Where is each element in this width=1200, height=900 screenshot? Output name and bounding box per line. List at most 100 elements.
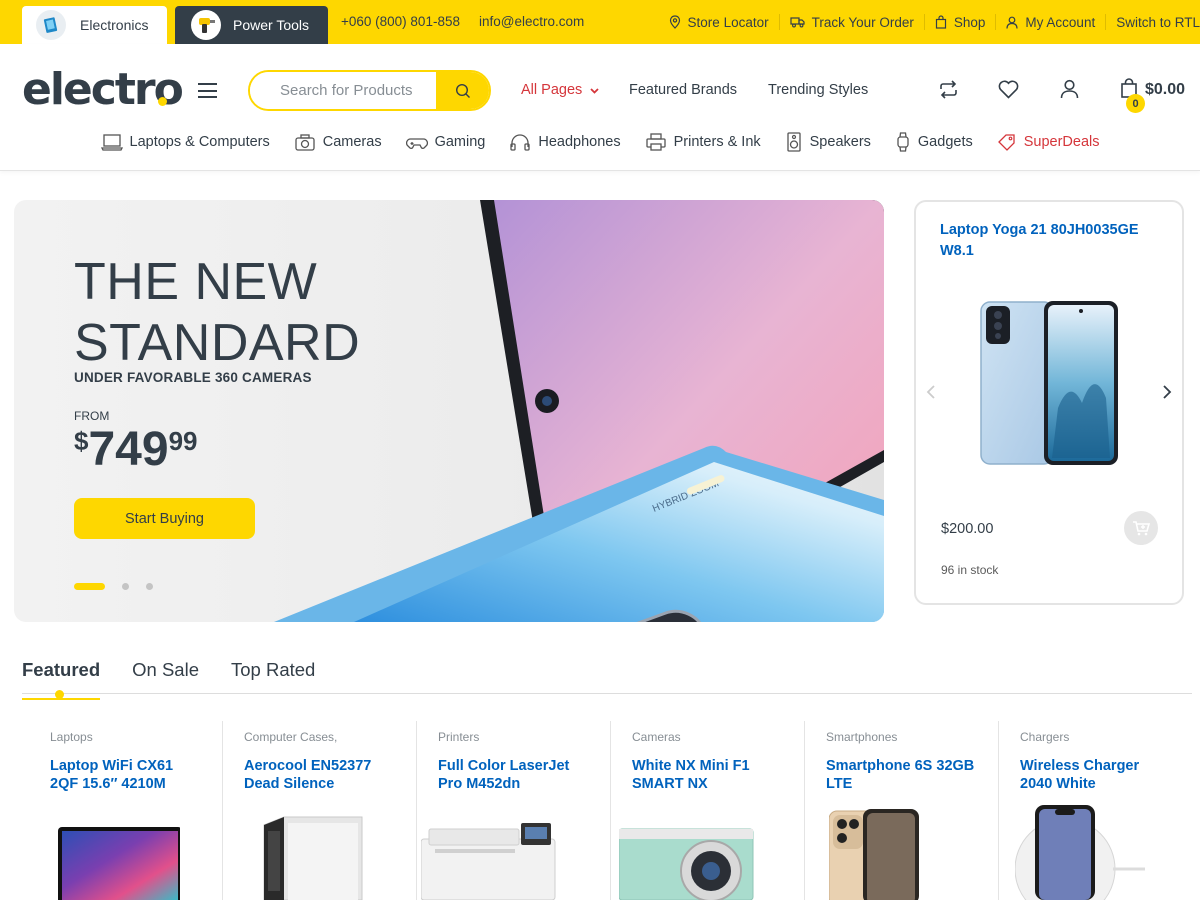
category-label: Cameras bbox=[322, 134, 382, 150]
drill-icon bbox=[191, 10, 221, 40]
tag-icon bbox=[997, 134, 1015, 151]
store-tab-label: Power Tools bbox=[233, 17, 310, 33]
product-image-wireless-charger[interactable] bbox=[1015, 805, 1155, 900]
truck-icon bbox=[789, 17, 805, 28]
shop-link[interactable]: Shop bbox=[923, 14, 996, 30]
store-locator-link[interactable]: Store Locator bbox=[659, 14, 779, 30]
watch-icon bbox=[897, 132, 909, 152]
top-link-label: My Account bbox=[1025, 14, 1096, 30]
top-link-label: Switch to RTL bbox=[1116, 14, 1200, 30]
top-link-label: Store Locator bbox=[687, 14, 769, 30]
chevron-right-icon[interactable] bbox=[1162, 383, 1172, 404]
track-order-link[interactable]: Track Your Order bbox=[778, 14, 924, 30]
hero-from-label: FROM bbox=[74, 409, 110, 423]
deal-product-price: $200.00 bbox=[941, 521, 994, 537]
laptop-icon bbox=[100, 134, 123, 151]
product-category[interactable]: Chargers bbox=[1020, 730, 1193, 744]
store-tab-label: Electronics bbox=[80, 17, 149, 33]
top-link-label: Track Your Order bbox=[811, 14, 914, 30]
slider-dots bbox=[74, 583, 170, 590]
slider-dot-3[interactable] bbox=[146, 583, 153, 590]
hero-title-line-1: THE NEW bbox=[74, 253, 318, 311]
product-image-camera[interactable] bbox=[619, 821, 759, 900]
slider-dot-1[interactable] bbox=[74, 583, 105, 590]
product-image-pc-case[interactable] bbox=[244, 815, 384, 900]
printer-icon bbox=[645, 133, 666, 151]
start-buying-button[interactable]: Start Buying bbox=[74, 498, 255, 539]
product-image-smartphone[interactable] bbox=[829, 809, 949, 900]
camera-icon bbox=[295, 134, 315, 151]
product-category[interactable]: Printers bbox=[438, 730, 610, 744]
product-card: Computer Cases, Aerocool EN52377 Dead Si… bbox=[223, 721, 417, 900]
top-links: Store Locator Track Your Order Shop My A… bbox=[659, 0, 1200, 44]
account-user-icon[interactable] bbox=[1060, 79, 1079, 99]
product-title[interactable]: White NX Mini F1 SMART NX bbox=[632, 757, 782, 793]
product-card: Laptops Laptop WiFi CX61 2QF 15.6″ 4210M bbox=[29, 721, 223, 900]
search-bar bbox=[248, 70, 491, 111]
deal-product-image[interactable] bbox=[978, 298, 1120, 466]
store-tab-electronics[interactable]: Electronics bbox=[22, 6, 167, 44]
product-title[interactable]: Aerocool EN52377 Dead Silence bbox=[244, 757, 394, 793]
product-category[interactable]: Laptops bbox=[50, 730, 222, 744]
cart-total[interactable]: $0.00 bbox=[1145, 81, 1185, 99]
top-bar: Electronics Power Tools +060 (800) 801-8… bbox=[0, 0, 1200, 44]
price-currency: $ bbox=[74, 426, 89, 456]
price-main: 749 bbox=[88, 423, 169, 476]
product-title[interactable]: Wireless Charger 2040 White bbox=[1020, 757, 1170, 793]
deal-product-title[interactable]: Laptop Yoga 21 80JH0035GE W8.1 bbox=[940, 220, 1160, 262]
hero-price: $74999 bbox=[74, 422, 197, 477]
product-image-laptop[interactable] bbox=[50, 817, 180, 900]
switch-rtl-link[interactable]: Switch to RTL bbox=[1105, 14, 1200, 30]
hero-title: THE NEW STANDARD bbox=[74, 252, 360, 374]
category-superdeals[interactable]: SuperDeals bbox=[997, 133, 1100, 151]
gamepad-icon bbox=[405, 138, 428, 149]
category-printers-ink[interactable]: Printers & Ink bbox=[645, 133, 761, 151]
hero-title-line-2: STANDARD bbox=[74, 314, 361, 372]
email-address[interactable]: info@electro.com bbox=[479, 14, 584, 29]
price-cents: 99 bbox=[168, 426, 198, 456]
product-category[interactable]: Cameras bbox=[632, 730, 804, 744]
category-nav: Laptops & Computers Cameras Gaming Headp… bbox=[0, 128, 1200, 156]
category-label: Printers & Ink bbox=[673, 134, 761, 150]
product-image-printer[interactable] bbox=[421, 823, 561, 900]
category-label: SuperDeals bbox=[1023, 134, 1100, 150]
product-title[interactable]: Full Color LaserJet Pro M452dn bbox=[438, 757, 588, 793]
product-title[interactable]: Smartphone 6S 32GB LTE bbox=[826, 757, 976, 793]
category-label: Gadgets bbox=[917, 134, 973, 150]
slider-dot-2[interactable] bbox=[122, 583, 129, 590]
category-label: Headphones bbox=[538, 134, 621, 150]
all-pages-dropdown[interactable]: All Pages bbox=[521, 82, 599, 98]
category-gaming[interactable]: Gaming bbox=[405, 133, 486, 151]
product-title[interactable]: Laptop WiFi CX61 2QF 15.6″ 4210M bbox=[50, 757, 200, 793]
tab-featured[interactable]: Featured bbox=[22, 659, 101, 700]
product-category[interactable]: Computer Cases, bbox=[244, 730, 416, 744]
logo-dot bbox=[158, 97, 167, 106]
category-cameras[interactable]: Cameras bbox=[294, 133, 382, 151]
store-tab-power-tools[interactable]: Power Tools bbox=[175, 6, 328, 44]
add-to-cart-button[interactable] bbox=[1124, 511, 1158, 545]
category-speakers[interactable]: Speakers bbox=[785, 132, 871, 152]
site-logo[interactable]: electro bbox=[22, 64, 184, 115]
wishlist-heart-icon[interactable] bbox=[998, 80, 1019, 99]
product-category[interactable]: Smartphones bbox=[826, 730, 998, 744]
hero-subtitle: UNDER FAVORABLE 360 CAMERAS bbox=[74, 370, 312, 385]
product-grid: Laptops Laptop WiFi CX61 2QF 15.6″ 4210M… bbox=[29, 721, 1193, 900]
category-gadgets[interactable]: Gadgets bbox=[895, 132, 973, 152]
headphones-icon bbox=[510, 134, 531, 151]
category-label: Gaming bbox=[434, 134, 486, 150]
category-laptops-computers[interactable]: Laptops & Computers bbox=[100, 133, 270, 151]
search-input[interactable] bbox=[250, 72, 436, 109]
speaker-icon bbox=[786, 132, 801, 152]
phone-number[interactable]: +060 (800) 801-858 bbox=[341, 14, 460, 29]
compare-icon[interactable] bbox=[938, 80, 959, 99]
hero-slider: HYBRID ZOOM THE NEW STANDARD UNDER FAVOR… bbox=[14, 200, 884, 622]
featured-brands-link[interactable]: Featured Brands bbox=[629, 82, 737, 98]
tab-on-sale[interactable]: On Sale bbox=[132, 659, 199, 693]
chevron-left-icon[interactable] bbox=[926, 383, 936, 404]
my-account-link[interactable]: My Account bbox=[995, 14, 1105, 30]
category-headphones[interactable]: Headphones bbox=[509, 133, 621, 151]
trending-styles-link[interactable]: Trending Styles bbox=[768, 82, 868, 98]
search-button[interactable] bbox=[436, 72, 489, 109]
hamburger-menu-icon[interactable] bbox=[198, 83, 217, 98]
tab-top-rated[interactable]: Top Rated bbox=[231, 659, 315, 693]
